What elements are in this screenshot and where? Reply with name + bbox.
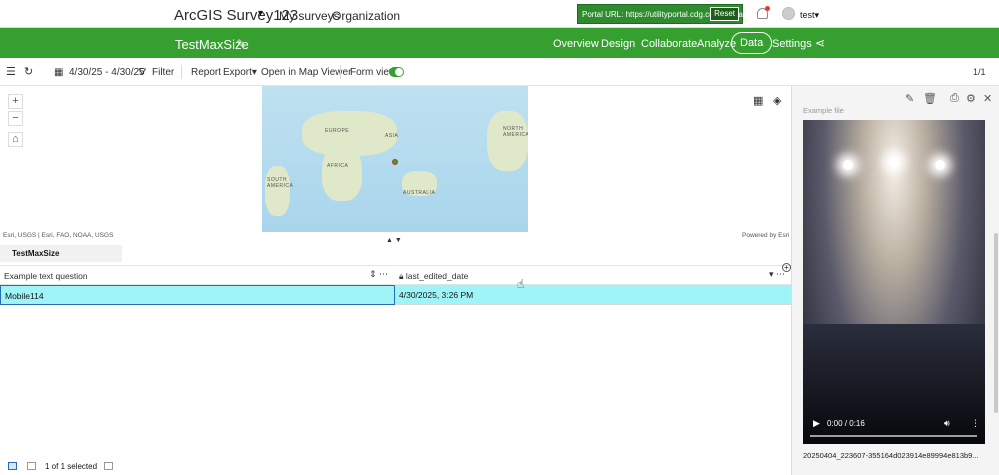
map-label-australia: AUSTRALIA — [403, 190, 436, 196]
export-button[interactable]: Export▾ — [223, 67, 257, 78]
tab-design[interactable]: Design — [601, 38, 635, 50]
menu-hamburger-icon[interactable]: ☰ — [6, 65, 16, 78]
table-cell[interactable]: Mobile114 — [0, 285, 395, 305]
record-pager: 1/1 — [973, 67, 986, 77]
map-view[interactable]: + − ⌂ EUROPE ASIA NORTH AMERICA AFRICA S… — [0, 86, 791, 244]
map-label-north-america: NORTH AMERICA — [503, 126, 528, 138]
report-button[interactable]: Report — [191, 67, 221, 78]
attachment-file-name[interactable]: 20250404_223607-355164d023914e89994e813b… — [803, 451, 993, 460]
map-label-europe: EUROPE — [325, 128, 350, 134]
edit-pencil-icon[interactable]: ✎ — [236, 37, 246, 51]
notification-badge — [765, 6, 770, 11]
field-label: Example file — [803, 106, 844, 115]
tab-data[interactable]: Data — [731, 32, 773, 54]
delete-trash-icon[interactable]: 🗑︎ — [923, 92, 937, 105]
basemap[interactable]: EUROPE ASIA NORTH AMERICA AFRICA SOUTH A… — [262, 86, 528, 232]
app-switcher-chevron-icon[interactable]: ▾ — [258, 8, 263, 19]
video-progress-track[interactable] — [810, 435, 977, 437]
more-options-icon[interactable]: ⋮ — [971, 418, 980, 429]
user-name: test — [800, 10, 815, 20]
nav-my-surveys[interactable]: My surveys — [279, 9, 340, 23]
survey-point-marker[interactable] — [392, 159, 398, 165]
portal-url-banner: Portal URL: https://utilityportal.cdg.co… — [577, 4, 745, 24]
top-navigation-bar: ArcGIS Survey123 ▾ My surveys Organizati… — [0, 0, 999, 28]
map-label-africa: AFRICA — [327, 163, 349, 169]
add-column-icon[interactable]: + — [782, 263, 791, 272]
portal-reset-button[interactable]: Reset — [710, 7, 739, 21]
column-header-label: Example text question — [4, 271, 88, 281]
print-icon[interactable]: ⎙ — [950, 92, 959, 105]
hand-cursor-icon: ☝ — [517, 277, 525, 291]
grid-view-icon[interactable]: ▦ — [753, 94, 763, 107]
toolbar-divider — [340, 65, 341, 79]
open-in-map-viewer-button[interactable]: Open in Map Viewer — [261, 67, 351, 78]
table-cell[interactable]: 4/30/2025, 3:26 PM — [395, 285, 791, 305]
filter-button[interactable]: Filter — [152, 67, 174, 78]
tab-overview[interactable]: Overview — [553, 38, 599, 50]
close-icon[interactable]: ✕ — [983, 92, 992, 105]
video-player[interactable]: ▶ 0:00 / 0:16 🔊︎ ⋮ — [803, 120, 985, 444]
column-header[interactable]: 🔒︎ last_edited_date ▾ ⋯ — [395, 265, 791, 285]
panel-scrollbar[interactable] — [994, 233, 998, 413]
map-resize-handle[interactable]: ▲ ▼ — [386, 237, 402, 244]
map-label-asia: ASIA — [385, 133, 399, 139]
selection-status: 1 of 1 selected — [45, 462, 98, 471]
map-label-south-america: SOUTH AMERICA — [267, 177, 294, 189]
layers-icon[interactable]: ◈ — [773, 94, 781, 107]
share-icon[interactable]: ⋖ — [815, 36, 825, 50]
user-menu[interactable]: test▾ — [800, 10, 819, 21]
record-detail-panel: ✎ 🗑︎ ⎙ ⚙ ✕ Example file ▶ 0:00 / 0:16 🔊︎… — [791, 86, 999, 475]
nav-organization[interactable]: Organization — [332, 9, 400, 23]
table-row[interactable]: Mobile114 4/30/2025, 3:26 PM — [0, 285, 791, 305]
zoom-in-button[interactable]: + — [8, 94, 23, 109]
avatar[interactable] — [782, 7, 795, 20]
powered-by-esri: Powered by Esri — [742, 232, 790, 239]
tab-settings[interactable]: Settings — [772, 38, 812, 50]
home-extent-icon[interactable]: ⌂ — [8, 132, 23, 147]
date-range-filter[interactable]: 4/30/25 - 4/30/25 — [69, 67, 145, 78]
column-header-label: last_edited_date — [405, 271, 469, 281]
calendar-icon[interactable]: ▦ — [54, 67, 63, 78]
toolbar-divider — [181, 65, 182, 79]
edit-pencil-icon[interactable]: ✎ — [905, 92, 914, 105]
map-attribution: Esri, USGS | Esri, FAO, NOAA, USGS — [3, 232, 114, 239]
lock-icon: 🔒︎ — [399, 271, 404, 281]
selection-toggle-icon[interactable] — [104, 462, 113, 470]
table-view-icon[interactable] — [8, 462, 17, 470]
video-controls: ▶ 0:00 / 0:16 🔊︎ ⋮ — [803, 410, 985, 444]
video-time: 0:00 / 0:16 — [827, 419, 865, 428]
data-toolbar: ☰ ↻ ▦ 4/30/25 - 4/30/25 ⛛ Filter Report … — [0, 58, 999, 86]
play-icon[interactable]: ▶ — [813, 418, 820, 429]
list-view-icon[interactable] — [27, 462, 36, 470]
filter-funnel-icon[interactable]: ⛛ — [138, 67, 146, 78]
table-footer: 1 of 1 selected — [0, 458, 791, 475]
gear-icon[interactable]: ⚙ — [966, 92, 976, 105]
survey-header-bar: TestMaxSize ✎ Overview Design Collaborat… — [0, 28, 999, 58]
form-view-toggle[interactable] — [389, 67, 404, 77]
column-options-icon[interactable]: ⇕ ⋯ — [369, 269, 388, 280]
table-tab[interactable]: TestMaxSize — [0, 245, 122, 262]
zoom-out-button[interactable]: − — [8, 111, 23, 126]
export-label: Export — [223, 67, 252, 78]
column-header[interactable]: Example text question ⇕ ⋯ — [0, 265, 394, 285]
tab-collaborate[interactable]: Collaborate — [641, 38, 697, 50]
volume-icon[interactable]: 🔊︎ — [944, 418, 950, 429]
refresh-icon[interactable]: ↻ — [24, 65, 33, 78]
